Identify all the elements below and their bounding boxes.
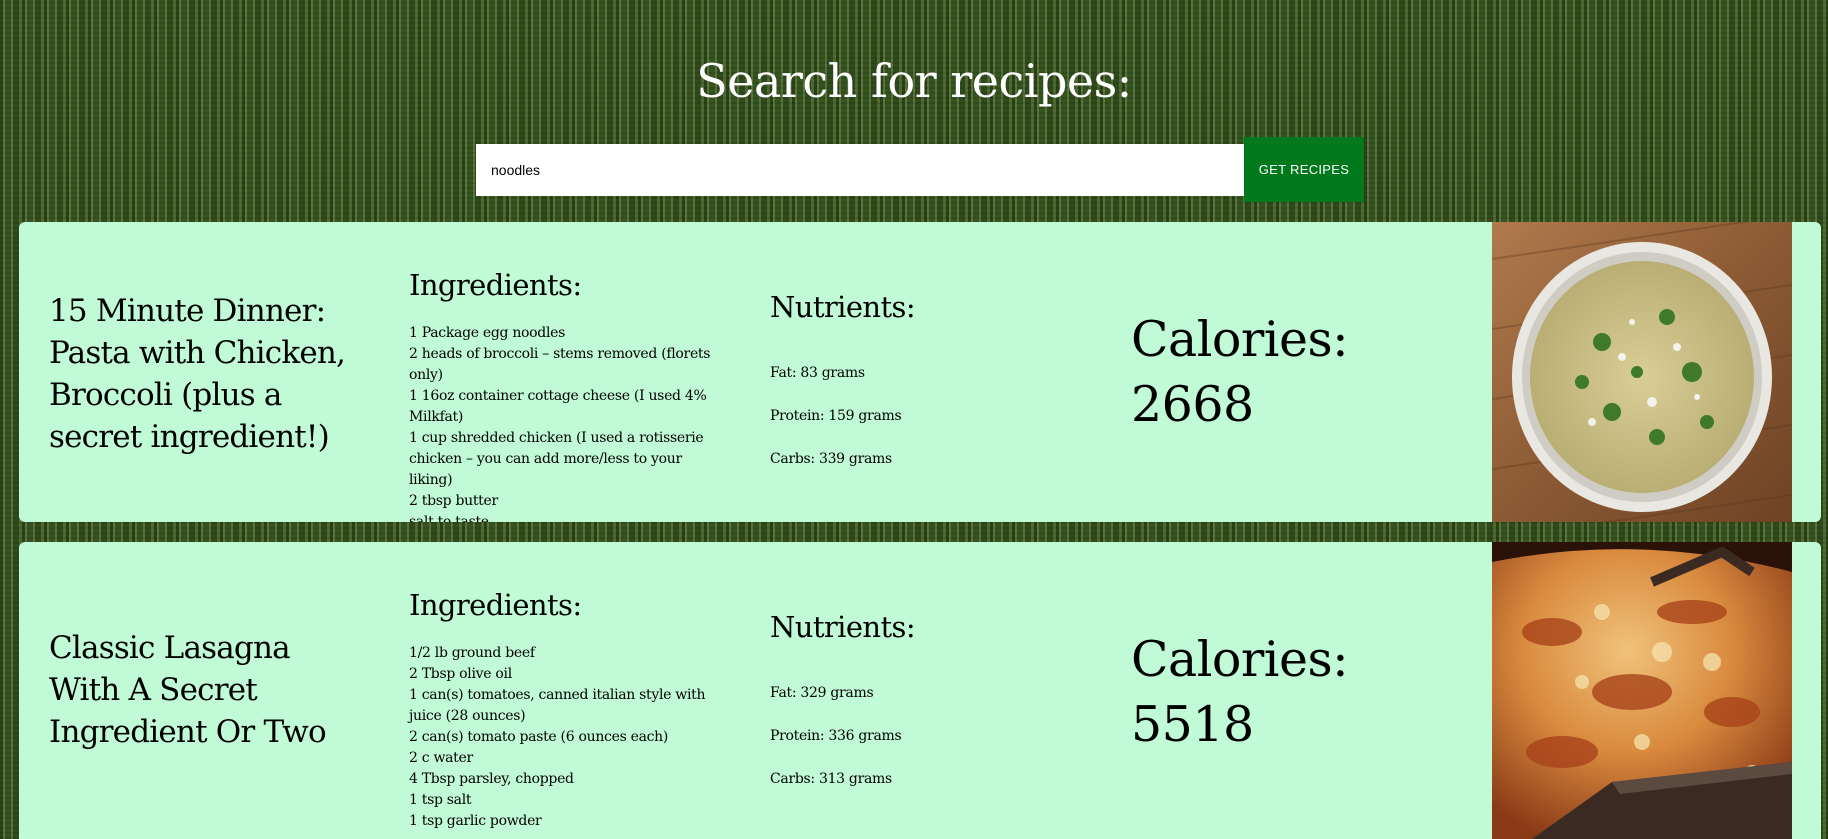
recipe-photo-pasta — [1492, 222, 1792, 522]
carbs-value: Carbs: 313 grams — [770, 771, 892, 787]
nutrients-heading: Nutrients: — [770, 610, 916, 644]
nutrients-section: Nutrients: Fat: 329 grams Protein: 336 g… — [770, 609, 1020, 812]
ingredient-item: salt to taste — [409, 514, 489, 522]
ingredient-item: 2 tbsp butter — [409, 493, 498, 509]
calories-value: 2668 — [1131, 376, 1254, 433]
calories-label: Calories: — [1131, 631, 1349, 688]
ingredient-item: 2 can(s) tomato paste (6 ounces each) — [409, 729, 669, 745]
recipe-photo-lasagna — [1492, 542, 1792, 839]
ingredient-item: 1 tsp salt — [409, 792, 472, 808]
ingredient-item: 2 Tbsp olive oil — [409, 666, 512, 682]
ingredient-list: 1/2 lb ground beef 2 Tbsp olive oil 1 ca… — [409, 643, 719, 832]
fat-value: Fat: 329 grams — [770, 685, 874, 701]
search-bar: GET RECIPES — [476, 137, 1364, 202]
get-recipes-button[interactable]: GET RECIPES — [1244, 137, 1364, 202]
ingredients-heading: Ingredients: — [409, 268, 582, 302]
ingredient-item: 1 16oz container cottage cheese (I used … — [409, 388, 707, 425]
calories-value: 5518 — [1131, 696, 1254, 753]
ingredient-item: 4 Tbsp parsley, chopped — [409, 771, 574, 787]
ingredient-item: 1/2 lb ground beef — [409, 645, 535, 661]
ingredients-heading: Ingredients: — [409, 588, 582, 622]
ingredient-item: 1 tsp garlic powder — [409, 813, 542, 829]
ingredient-item: 1 can(s) tomatoes, canned italian style … — [409, 687, 706, 724]
ingredients-section: Ingredients: 1 Package egg noodles 2 hea… — [409, 267, 719, 522]
page-title: Search for recipes: — [696, 54, 1132, 108]
recipe-card: 15 Minute Dinner: Pasta with Chicken, Br… — [19, 222, 1821, 522]
calories-block: Calories: 2668 — [1131, 307, 1349, 437]
ingredient-item: 1 cup shredded chicken (I used a rotisse… — [409, 430, 704, 488]
carbs-value: Carbs: 339 grams — [770, 451, 892, 467]
nutrients-heading: Nutrients: — [770, 290, 916, 324]
protein-value: Protein: 336 grams — [770, 728, 902, 744]
ingredient-item: 1 Package egg noodles — [409, 325, 566, 341]
nutrients-section: Nutrients: Fat: 83 grams Protein: 159 gr… — [770, 289, 1020, 492]
recipe-title: 15 Minute Dinner: Pasta with Chicken, Br… — [49, 293, 346, 455]
calories-block: Calories: 5518 — [1131, 627, 1349, 757]
protein-value: Protein: 159 grams — [770, 408, 902, 424]
ingredients-section: Ingredients: 1/2 lb ground beef 2 Tbsp o… — [409, 587, 719, 832]
ingredient-list: 1 Package egg noodles 2 heads of broccol… — [409, 323, 719, 522]
ingredient-item: 2 heads of broccoli – stems removed (flo… — [409, 346, 711, 383]
search-input[interactable] — [476, 143, 1244, 196]
fat-value: Fat: 83 grams — [770, 365, 865, 381]
calories-label: Calories: — [1131, 311, 1349, 368]
ingredient-item: 2 c water — [409, 750, 473, 766]
recipe-card: Classic Lasagna With A Secret Ingredient… — [19, 542, 1821, 839]
recipe-title: Classic Lasagna With A Secret Ingredient… — [49, 630, 327, 750]
